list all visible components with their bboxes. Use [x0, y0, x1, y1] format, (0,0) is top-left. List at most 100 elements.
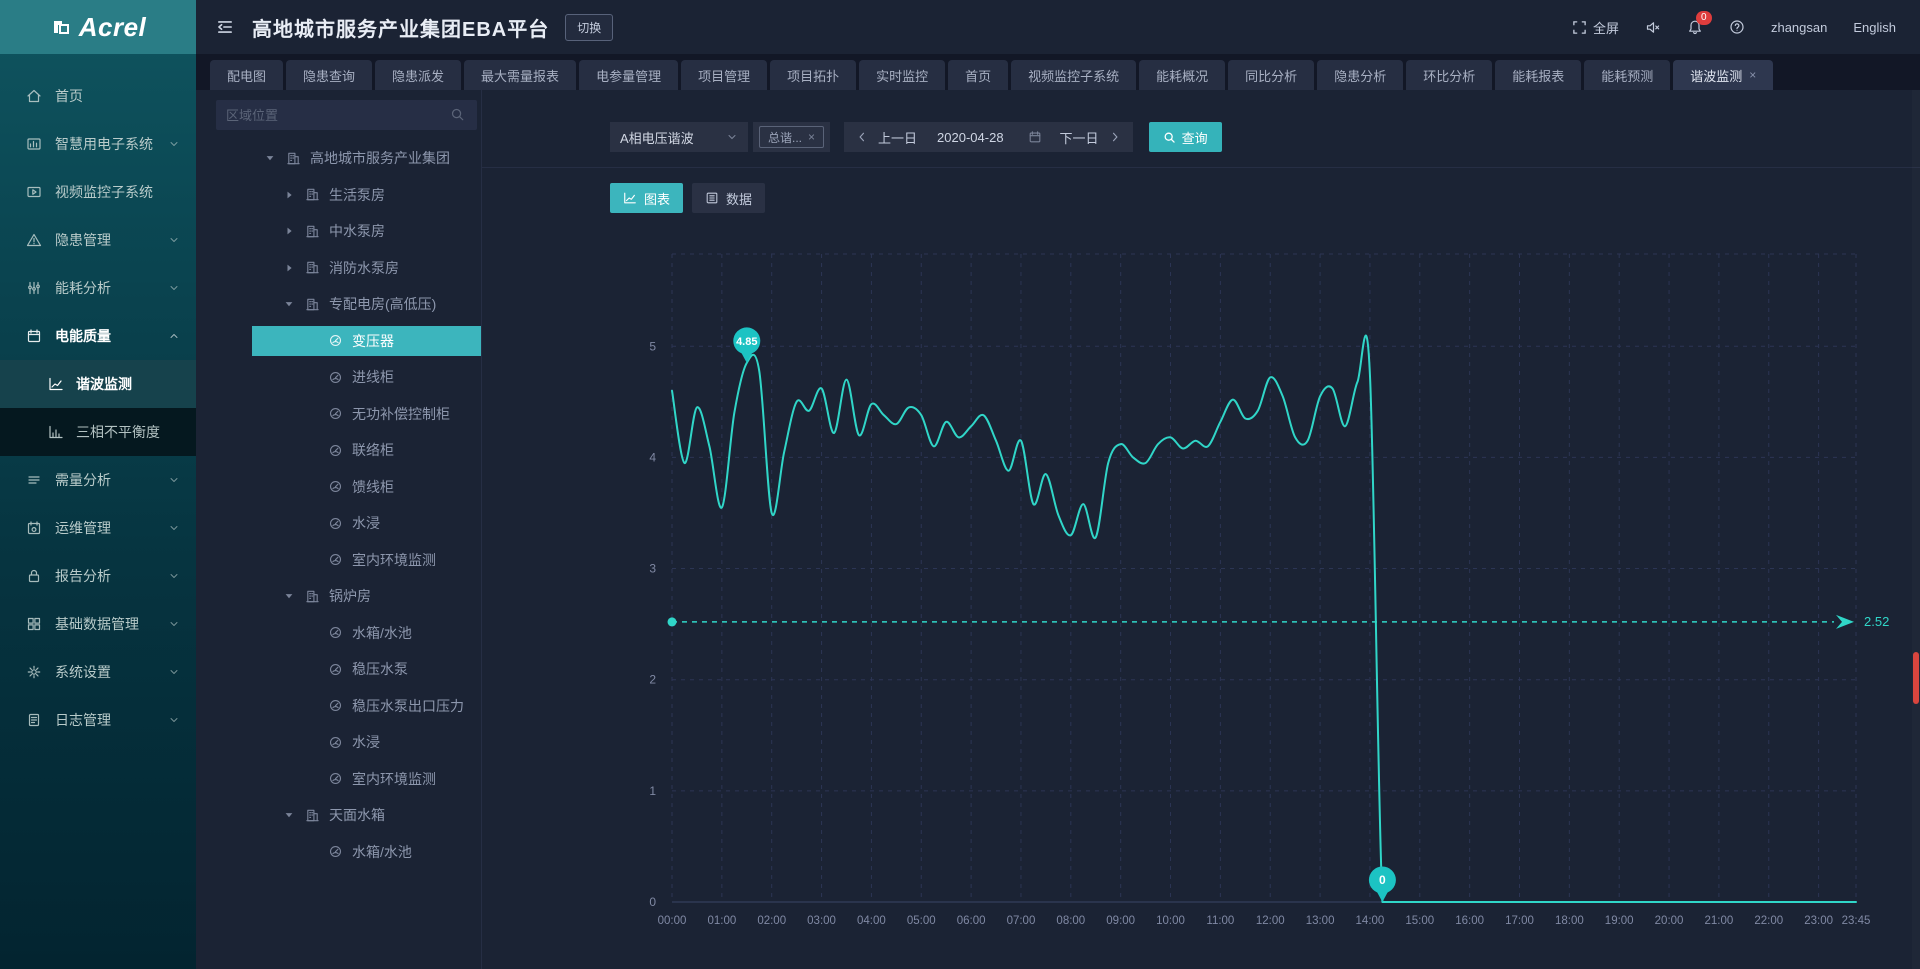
tab-隐患派发[interactable]: 隐患派发 — [375, 60, 461, 90]
tree-node-水浸[interactable]: 水浸 — [196, 505, 481, 542]
tree-node-中水泵房[interactable]: 中水泵房 — [196, 213, 481, 250]
tab-电参量管理[interactable]: 电参量管理 — [579, 60, 678, 90]
selected-harmonic-tag[interactable]: 总谐... × — [759, 126, 824, 148]
tree-node-消防水泵房[interactable]: 消防水泵房 — [196, 250, 481, 287]
sidebar-item-3[interactable]: 视频监控子系统 — [0, 168, 196, 216]
sidebar-item-7[interactable]: 需量分析 — [0, 456, 196, 504]
tag-close-icon[interactable]: × — [808, 130, 815, 144]
tab-配电图[interactable]: 配电图 — [210, 60, 283, 90]
query-button[interactable]: 查询 — [1149, 122, 1222, 152]
gauge-icon — [328, 515, 344, 531]
help-icon[interactable] — [1729, 19, 1745, 35]
sidebar-item-4[interactable]: 隐患管理 — [0, 216, 196, 264]
caret-down-icon[interactable] — [283, 808, 297, 822]
tab-视频监控子系统[interactable]: 视频监控子系统 — [1011, 60, 1136, 90]
chevron-left-icon[interactable] — [856, 131, 868, 143]
tab-能耗预测[interactable]: 能耗预测 — [1584, 60, 1670, 90]
tab-同比分析[interactable]: 同比分析 — [1228, 60, 1314, 90]
sidebar-item-6[interactable]: 电能质量 — [0, 312, 196, 360]
x-axis-label: 21:00 — [1705, 915, 1734, 927]
y-axis-label: 2 — [649, 673, 656, 687]
x-axis-label: 06:00 — [957, 915, 986, 927]
tab-环比分析[interactable]: 环比分析 — [1406, 60, 1492, 90]
caret-right-icon[interactable] — [283, 224, 297, 238]
chevron-right-icon[interactable] — [1109, 131, 1121, 143]
data-view-button[interactable]: 数据 — [692, 183, 765, 213]
tab-项目管理[interactable]: 项目管理 — [681, 60, 767, 90]
tab-项目拓扑[interactable]: 项目拓扑 — [770, 60, 856, 90]
tree-search-input[interactable] — [216, 100, 477, 130]
tree-node-水浸[interactable]: 水浸 — [196, 724, 481, 761]
mute-icon[interactable] — [1645, 19, 1661, 35]
tab-最大需量报表[interactable]: 最大需量报表 — [464, 60, 576, 90]
language-switch[interactable]: English — [1853, 20, 1896, 35]
tab-谐波监测[interactable]: 谐波监测× — [1673, 60, 1773, 90]
x-axis-label: 07:00 — [1007, 915, 1036, 927]
caret-down-icon[interactable] — [283, 297, 297, 311]
chart-view-label: 图表 — [644, 189, 670, 208]
user-menu[interactable]: zhangsan — [1771, 20, 1827, 35]
fullscreen-icon — [1572, 19, 1588, 35]
caret-right-icon[interactable] — [283, 188, 297, 202]
tab-能耗概况[interactable]: 能耗概况 — [1139, 60, 1225, 90]
chart-icon — [26, 136, 43, 153]
tree-node-水箱/水池[interactable]: 水箱/水池 — [196, 615, 481, 652]
tab-能耗报表[interactable]: 能耗报表 — [1495, 60, 1581, 90]
x-axis-label: 15:00 — [1405, 915, 1434, 927]
sidebar-item-11[interactable]: 系统设置 — [0, 648, 196, 696]
tree-node-变压器[interactable]: 变压器 — [196, 323, 481, 360]
language-label: English — [1853, 20, 1896, 35]
tree-node-进线柜[interactable]: 进线柜 — [196, 359, 481, 396]
menu-fold-icon[interactable] — [216, 17, 236, 37]
tree-node-天面水箱[interactable]: 天面水箱 — [196, 797, 481, 834]
date-value[interactable]: 2020-04-28 — [937, 130, 1004, 145]
sidebar-item-2[interactable]: 智慧用电子系统 — [0, 120, 196, 168]
tree-node-锅炉房[interactable]: 锅炉房 — [196, 578, 481, 615]
tree-node-高地城市服务产业集团[interactable]: 高地城市服务产业集团 — [196, 140, 481, 177]
notifications-bell[interactable]: 0 — [1687, 19, 1703, 35]
tab-隐患查询[interactable]: 隐患查询 — [286, 60, 372, 90]
tab-首页[interactable]: 首页 — [948, 60, 1008, 90]
prev-day-button[interactable]: 上一日 — [878, 128, 917, 147]
tab-隐患分析[interactable]: 隐患分析 — [1317, 60, 1403, 90]
sidebar-subitem-谐波监测[interactable]: 谐波监测 — [0, 360, 196, 408]
next-day-button[interactable]: 下一日 — [1060, 128, 1099, 147]
tree-node-稳压水泵出口压力[interactable]: 稳压水泵出口压力 — [196, 688, 481, 725]
tree-node-馈线柜[interactable]: 馈线柜 — [196, 469, 481, 506]
sidebar-item-1[interactable]: 首页 — [0, 72, 196, 120]
y-axis-label: 5 — [649, 339, 656, 353]
caret-down-icon[interactable] — [283, 589, 297, 603]
line-chart-svg[interactable]: 01234500:0001:0002:0003:0004:0005:0006:0… — [482, 222, 1920, 967]
calendar-icon[interactable] — [1028, 130, 1042, 144]
sidebar-item-12[interactable]: 日志管理 — [0, 696, 196, 744]
tree-node-室内环境监测[interactable]: 室内环境监测 — [196, 761, 481, 798]
caret-right-icon[interactable] — [283, 261, 297, 275]
caret-down-icon[interactable] — [264, 151, 278, 165]
sidebar-subitem-三相不平衡度[interactable]: 三相不平衡度 — [0, 408, 196, 456]
tree-node-生活泵房[interactable]: 生活泵房 — [196, 177, 481, 214]
harmonics-chart[interactable]: 01234500:0001:0002:0003:0004:0005:0006:0… — [482, 222, 1920, 967]
sidebar-item-8[interactable]: 运维管理 — [0, 504, 196, 552]
x-axis-label: 19:00 — [1605, 915, 1634, 927]
switch-project-button[interactable]: 切换 — [565, 14, 613, 41]
tree-node-无功补偿控制柜[interactable]: 无功补偿控制柜 — [196, 396, 481, 433]
fullscreen-button[interactable]: 全屏 — [1572, 18, 1619, 37]
gauge-icon — [328, 734, 344, 750]
chart-view-button[interactable]: 图表 — [610, 183, 683, 213]
sidebar-item-5[interactable]: 能耗分析 — [0, 264, 196, 312]
tree-node-稳压水泵[interactable]: 稳压水泵 — [196, 651, 481, 688]
scrollbar-thumb[interactable] — [1913, 652, 1919, 704]
scrollbar-track[interactable] — [1912, 90, 1920, 969]
harmonic-type-select[interactable]: A相电压谐波 — [610, 122, 748, 152]
tree-node-水箱/水池[interactable]: 水箱/水池 — [196, 834, 481, 871]
tab-实时监控[interactable]: 实时监控 — [859, 60, 945, 90]
gauge-icon — [328, 479, 344, 495]
chevron-down-icon — [168, 714, 180, 726]
sidebar-item-10[interactable]: 基础数据管理 — [0, 600, 196, 648]
sidebar-item-9[interactable]: 报告分析 — [0, 552, 196, 600]
tree-node-联络柜[interactable]: 联络柜 — [196, 432, 481, 469]
x-axis-label: 08:00 — [1056, 915, 1085, 927]
tree-node-专配电房(高低压)[interactable]: 专配电房(高低压) — [196, 286, 481, 323]
tab-close-icon[interactable]: × — [1749, 68, 1756, 82]
tree-node-室内环境监测[interactable]: 室内环境监测 — [196, 542, 481, 579]
